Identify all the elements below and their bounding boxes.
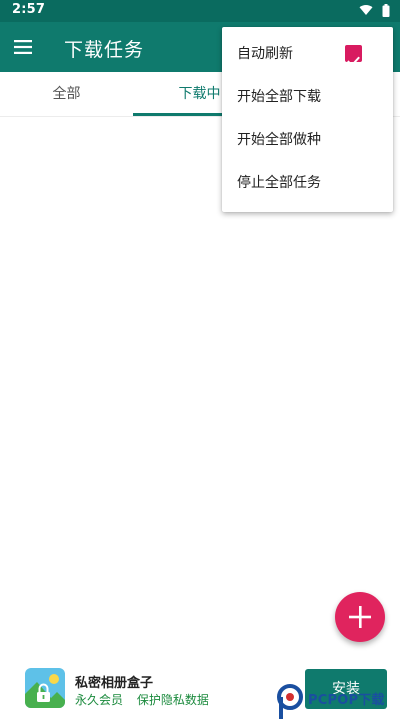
menu-icon xyxy=(14,40,32,54)
page-title: 下载任务 xyxy=(64,39,145,61)
menu-item-start-all-seeding[interactable]: 开始全部做种 xyxy=(222,119,393,161)
status-icons xyxy=(355,4,390,18)
menu-item-stop-all-tasks[interactable]: 停止全部任务 xyxy=(222,162,393,204)
screen: 2:57 下载任务 全部 下载中 自动刷新 开始全部下载 开始全部做种 停止全部… xyxy=(0,0,400,720)
status-bar: 2:57 xyxy=(0,0,400,22)
ad-title: 私密相册盒子 xyxy=(75,676,154,691)
menu-item-label: 停止全部任务 xyxy=(237,175,321,191)
wifi-icon xyxy=(359,4,373,15)
ad-subtitle: 永久会员 保护隐私数据 xyxy=(75,691,219,708)
overflow-menu: 自动刷新 开始全部下载 开始全部做种 停止全部任务 xyxy=(222,27,393,212)
menu-item-label: 开始全部下载 xyxy=(237,89,321,105)
photo-lock-icon xyxy=(25,668,65,708)
tab-all[interactable]: 全部 xyxy=(0,72,133,116)
pcpop-logo-icon xyxy=(277,684,303,719)
auto-refresh-checkbox[interactable] xyxy=(345,45,362,67)
ad-subtitle-privacy: 保护隐私数据 xyxy=(136,693,209,707)
ad-subtitle-membership: 永久会员 xyxy=(75,693,124,707)
watermark-text: PCPOP下载 xyxy=(308,693,385,708)
add-task-button[interactable] xyxy=(335,592,385,642)
menu-item-auto-refresh[interactable]: 自动刷新 xyxy=(222,33,393,75)
menu-item-label: 自动刷新 xyxy=(237,46,293,62)
menu-item-start-all-download[interactable]: 开始全部下载 xyxy=(222,76,393,118)
menu-button[interactable] xyxy=(10,35,36,59)
watermark: PCPOP下载 xyxy=(276,684,400,720)
menu-item-label: 开始全部做种 xyxy=(237,132,321,148)
check-icon xyxy=(347,56,360,67)
plus-icon xyxy=(349,606,371,628)
battery-icon xyxy=(382,4,390,17)
status-time: 2:57 xyxy=(12,2,46,17)
